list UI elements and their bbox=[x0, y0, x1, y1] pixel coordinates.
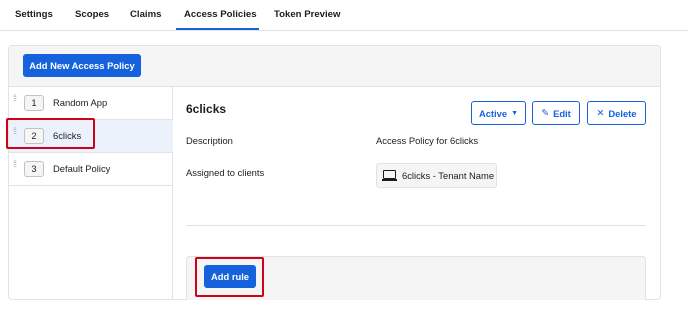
edit-label: Edit bbox=[553, 107, 571, 119]
caret-down-icon: ▼ bbox=[511, 109, 519, 117]
policy-list-item[interactable]: ⁞⁞ 3 Default Policy bbox=[9, 153, 173, 186]
drag-handle-icon[interactable]: ⁞⁞ bbox=[13, 94, 19, 110]
policy-list-item-selected[interactable]: ⁞⁞ 2 6clicks bbox=[9, 120, 173, 153]
status-dropdown-button[interactable]: Active ▼ bbox=[471, 101, 526, 125]
policy-list-item[interactable]: ⁞⁞ 1 Random App bbox=[9, 87, 173, 120]
drag-handle-icon[interactable]: ⁞⁞ bbox=[13, 160, 19, 176]
drag-handle-icon[interactable]: ⁞⁞ bbox=[13, 127, 19, 143]
divider bbox=[186, 225, 646, 226]
delete-button[interactable]: ✕ Delete bbox=[587, 101, 646, 125]
panel-toolbar: Add New Access Policy bbox=[9, 46, 660, 87]
policy-list: ⁞⁞ 1 Random App ⁞⁞ 2 6clicks ⁞⁞ 3 Defaul… bbox=[9, 87, 173, 299]
policy-priority-badge: 2 bbox=[24, 128, 44, 144]
edit-button[interactable]: ✎ Edit bbox=[532, 101, 580, 125]
tab-settings[interactable]: Settings bbox=[15, 9, 53, 20]
client-name: 6clicks - Tenant Name bbox=[402, 170, 495, 181]
tab-token-preview[interactable]: Token Preview bbox=[274, 9, 340, 20]
delete-label: Delete bbox=[608, 107, 637, 119]
policy-priority-badge: 1 bbox=[24, 95, 44, 111]
client-chip: 6clicks - Tenant Name bbox=[376, 163, 497, 188]
tab-claims[interactable]: Claims bbox=[130, 9, 161, 20]
policy-priority-badge: 3 bbox=[24, 161, 44, 177]
laptop-icon bbox=[382, 170, 397, 181]
policy-title: 6clicks bbox=[186, 102, 227, 116]
tab-access-policies[interactable]: Access Policies bbox=[184, 9, 257, 20]
add-rule-button[interactable]: Add rule bbox=[204, 265, 256, 288]
assigned-clients-label: Assigned to clients bbox=[186, 167, 265, 178]
policy-name: Default Policy bbox=[53, 163, 111, 174]
add-new-access-policy-button[interactable]: Add New Access Policy bbox=[23, 54, 141, 77]
policy-name: 6clicks bbox=[53, 130, 82, 141]
tab-scopes[interactable]: Scopes bbox=[75, 9, 109, 20]
tab-bar: Settings Scopes Claims Access Policies T… bbox=[0, 0, 688, 31]
active-tab-indicator bbox=[176, 28, 259, 30]
description-label: Description bbox=[186, 135, 233, 146]
close-icon: ✕ bbox=[596, 107, 605, 118]
pencil-icon: ✎ bbox=[541, 107, 550, 118]
description-value: Access Policy for 6clicks bbox=[376, 135, 479, 146]
status-label: Active bbox=[478, 107, 508, 119]
policy-name: Random App bbox=[53, 97, 108, 108]
